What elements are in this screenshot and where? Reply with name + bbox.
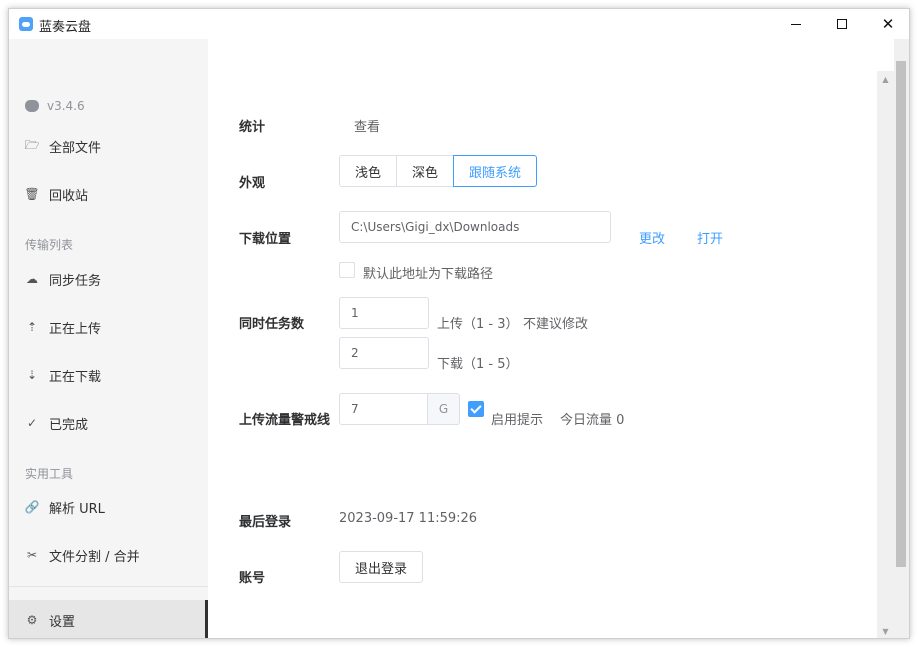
minimize-button[interactable] <box>773 9 819 39</box>
sidebar-item-uploading[interactable]: ⇡ 正在上传 <box>9 307 208 347</box>
sidebar-group-transfer: 传输列表 <box>25 238 74 252</box>
stats-label: 统计 <box>239 120 266 135</box>
sidebar-item-label: 解析 URL <box>49 501 105 517</box>
upload-concurrency-input[interactable]: 1 <box>339 297 429 329</box>
appearance-label: 外观 <box>239 176 266 191</box>
link-icon: 🔗 <box>24 500 40 514</box>
account-label: 账号 <box>239 571 266 586</box>
upload-limit-unit: G <box>428 393 460 425</box>
enable-hint-checkbox[interactable] <box>468 401 484 417</box>
version-link[interactable]: v3.4.6 <box>25 96 85 116</box>
upload-limit-label: 上传流量警戒线 <box>239 413 331 428</box>
app-logo-icon <box>19 17 33 31</box>
folder-open-icon: 🗁 <box>24 137 40 152</box>
sidebar-item-sync-tasks[interactable]: ☁ 同步任务 <box>9 259 208 299</box>
sidebar-item-downloading[interactable]: ⇣ 正在下载 <box>9 355 208 395</box>
scroll-down-icon[interactable]: ▼ <box>877 623 894 638</box>
window-scrollbar-thumb[interactable] <box>896 61 906 567</box>
sidebar-item-label: 正在上传 <box>49 321 102 337</box>
default-path-checkbox[interactable] <box>339 262 355 278</box>
download-location-label: 下载位置 <box>239 232 292 247</box>
default-path-label: 默认此地址为下载路径 <box>363 267 494 282</box>
sidebar: v3.4.6 🗁 全部文件 🗑 回收站 传输列表 ☁ 同步任务 ⇡ 正在上传 ⇣… <box>9 39 208 638</box>
content-scrollbar[interactable] <box>877 71 894 638</box>
open-location-link[interactable]: 打开 <box>697 228 723 247</box>
cloud-sync-icon: ☁ <box>26 272 38 286</box>
download-range-label: 下载（1 - 5） <box>437 357 519 372</box>
sidebar-item-label: 已完成 <box>49 417 89 433</box>
change-location-link[interactable]: 更改 <box>639 228 665 247</box>
today-traffic-label: 今日流量 0 <box>560 413 625 428</box>
upload-hint-label: 不建议修改 <box>523 317 589 332</box>
last-login-value: 2023-09-17 11:59:26 <box>339 511 478 526</box>
version-label: v3.4.6 <box>47 99 85 113</box>
appearance-dark-option[interactable]: 深色 <box>396 155 455 187</box>
upload-range-label: 上传（1 - 3） <box>437 317 519 332</box>
github-icon <box>25 100 39 112</box>
sidebar-divider <box>9 586 208 587</box>
sidebar-item-completed[interactable]: ✓ 已完成 <box>9 403 208 443</box>
sidebar-item-label: 回收站 <box>49 188 89 204</box>
close-button[interactable]: ✕ <box>865 9 909 39</box>
appearance-segmented-control: 浅色 深色 跟随系统 <box>339 155 538 187</box>
sidebar-item-parse-url[interactable]: 🔗 解析 URL <box>9 487 208 527</box>
sidebar-item-label: 设置 <box>49 614 76 630</box>
stats-view-link[interactable]: 查看 <box>354 116 380 135</box>
title-bar: 蓝奏云盘 ✕ <box>9 9 909 39</box>
sidebar-item-label: 文件分割 / 合并 <box>49 549 140 565</box>
concurrent-tasks-label: 同时任务数 <box>239 317 305 332</box>
sidebar-item-all-files[interactable]: 🗁 全部文件 <box>9 126 208 166</box>
logout-button[interactable]: 退出登录 <box>339 551 424 583</box>
trash-icon: 🗑 <box>24 187 40 201</box>
sidebar-item-label: 正在下载 <box>49 369 102 385</box>
close-icon: ✕ <box>881 14 895 33</box>
sidebar-item-label: 同步任务 <box>49 273 102 289</box>
upload-limit-input[interactable]: 7 <box>339 393 428 425</box>
cloud-download-icon: ⇣ <box>26 368 38 382</box>
cloud-upload-icon: ⇡ <box>26 320 38 334</box>
download-concurrency-input[interactable]: 2 <box>339 337 429 369</box>
maximize-button[interactable] <box>819 9 865 39</box>
check-circle-icon: ✓ <box>26 416 38 430</box>
scissors-icon: ✂ <box>26 548 38 562</box>
enable-hint-label: 启用提示 <box>491 413 544 428</box>
appearance-system-option[interactable]: 跟随系统 <box>453 155 538 187</box>
sidebar-item-settings[interactable]: ⚙ 设置 <box>9 600 208 638</box>
last-login-label: 最后登录 <box>239 515 292 530</box>
maximize-icon <box>837 19 847 29</box>
app-window: 蓝奏云盘 ✕ v3.4.6 🗁 全部文件 🗑 回收站 传输列表 ☁ 同步任务 ⇡… <box>8 8 910 639</box>
settings-panel: 统计 查看 外观 浅色 深色 跟随系统 下载位置 C:\Users\Gigi_d… <box>208 39 877 638</box>
sidebar-item-split-merge[interactable]: ✂ 文件分割 / 合并 <box>9 535 208 575</box>
minimize-icon <box>791 23 801 25</box>
app-title: 蓝奏云盘 <box>39 20 92 35</box>
sidebar-group-tools: 实用工具 <box>25 467 74 481</box>
gear-icon: ⚙ <box>26 613 38 627</box>
sidebar-item-label: 全部文件 <box>49 140 102 156</box>
sidebar-item-recycle-bin[interactable]: 🗑 回收站 <box>9 174 208 214</box>
download-path-field[interactable]: C:\Users\Gigi_dx\Downloads <box>339 211 611 243</box>
appearance-light-option[interactable]: 浅色 <box>339 155 398 187</box>
scroll-up-icon[interactable]: ▲ <box>877 71 894 87</box>
